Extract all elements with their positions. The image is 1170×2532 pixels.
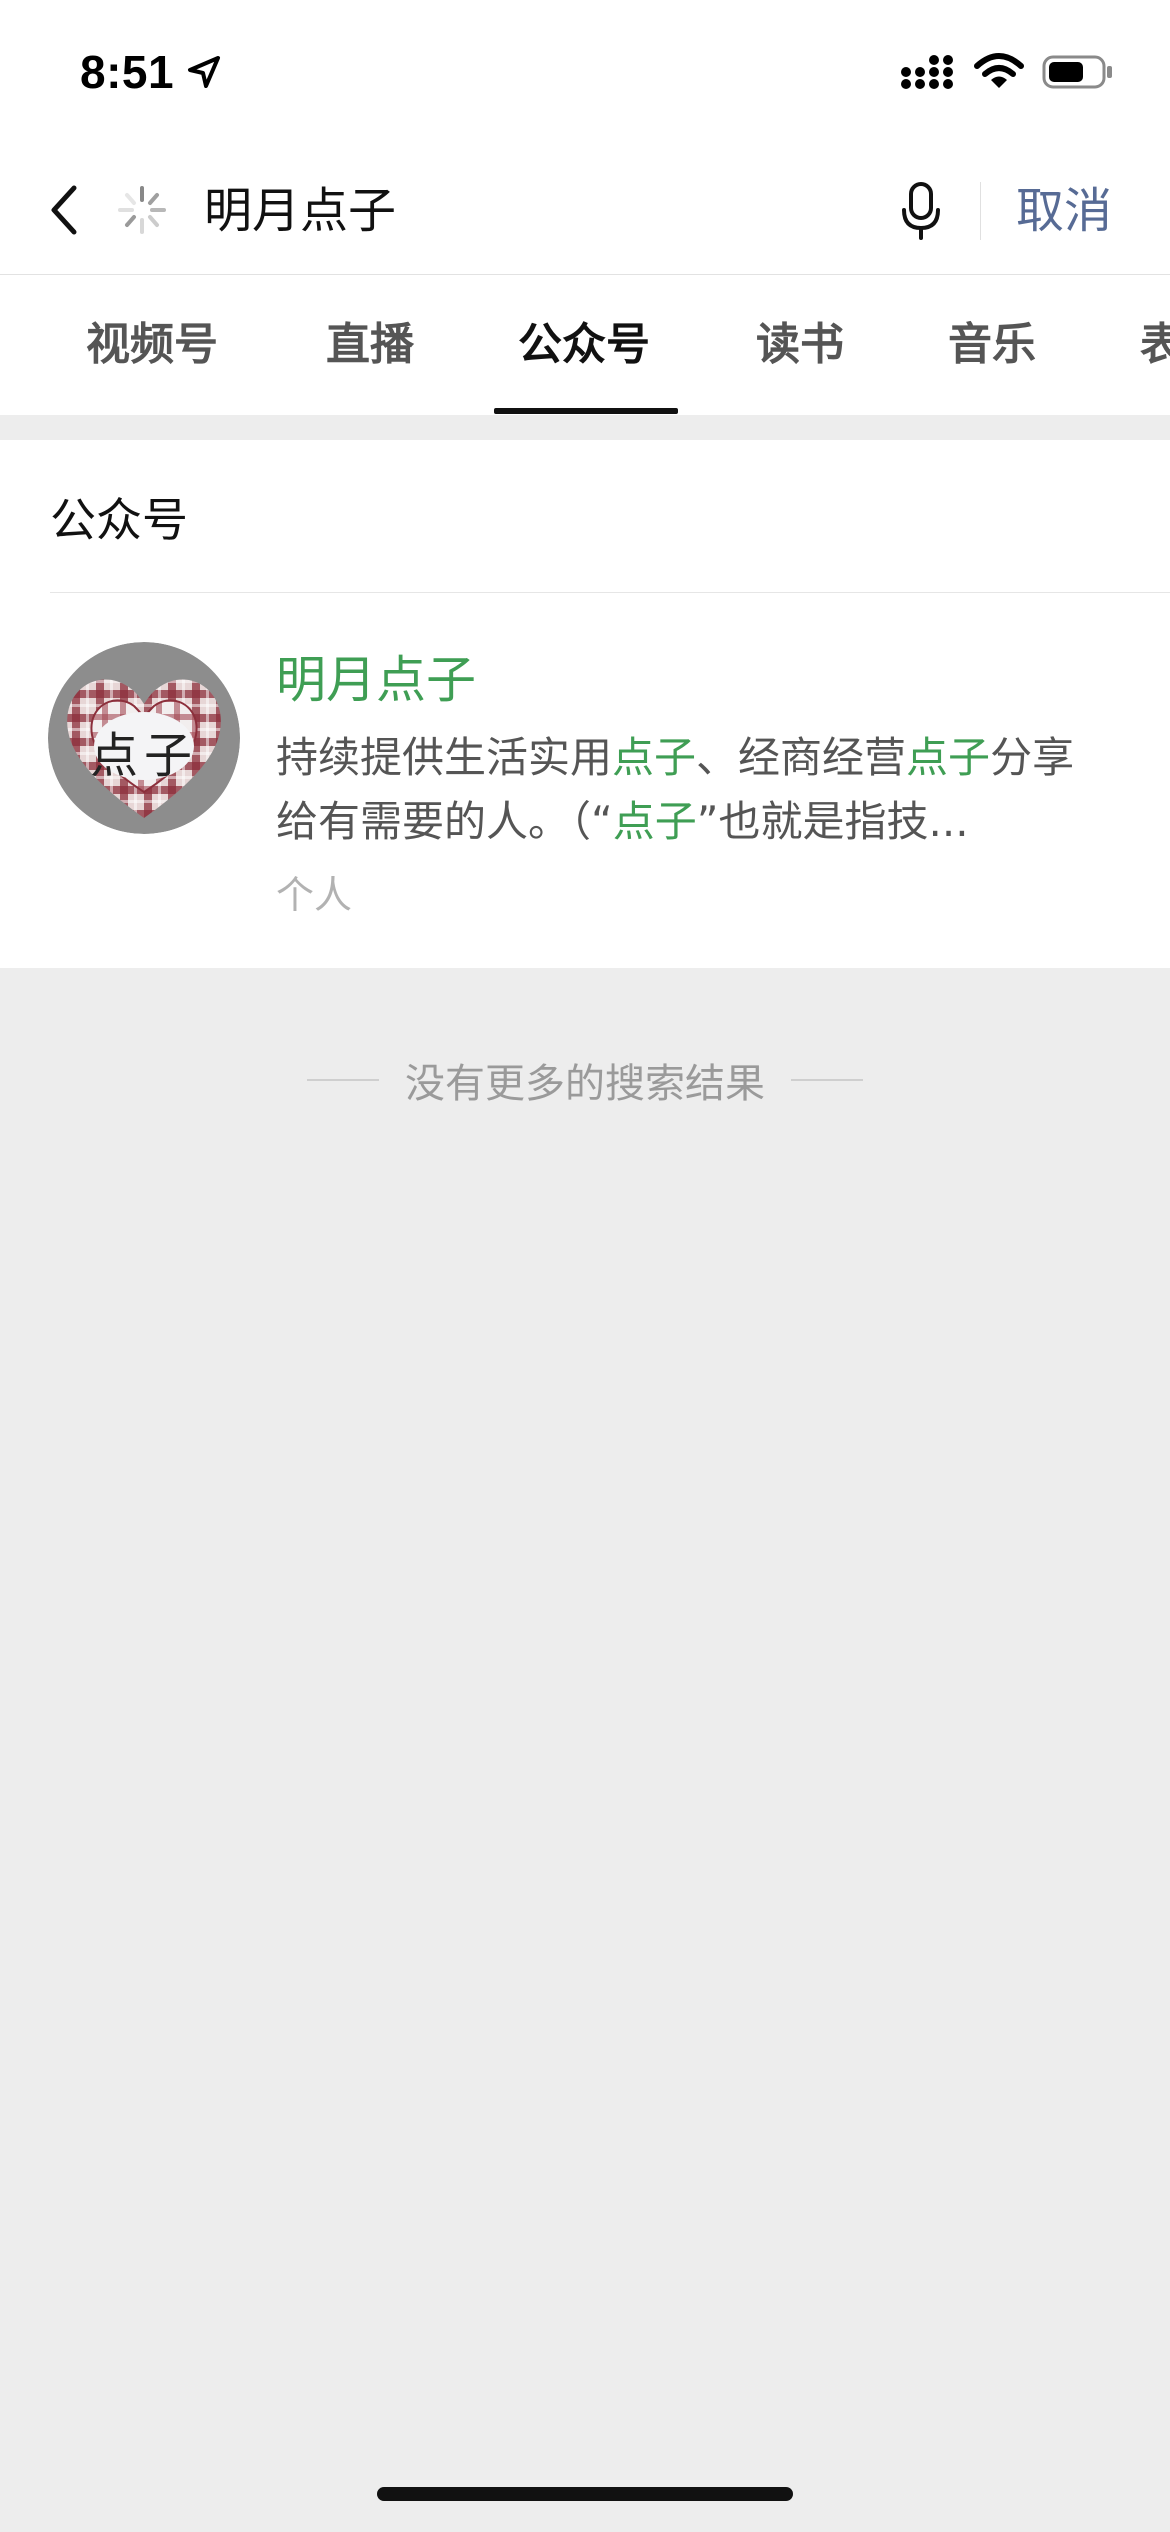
status-bar: 8:51 xyxy=(0,0,1170,148)
tab-reading[interactable]: 读书 xyxy=(756,275,844,415)
desc-highlight: 点子 xyxy=(906,733,991,782)
no-more-results: 没有更多的搜索结果 xyxy=(0,1050,1170,1110)
home-indicator[interactable] xyxy=(377,2487,793,2501)
divider-line xyxy=(307,1079,379,1081)
tab-music[interactable]: 音乐 xyxy=(948,275,1036,415)
search-input[interactable]: 明月点子 xyxy=(204,176,396,246)
back-chevron-icon[interactable] xyxy=(44,178,84,242)
status-time: 8:51 xyxy=(80,46,175,98)
header-divider xyxy=(980,182,981,240)
battery-icon xyxy=(1042,52,1114,96)
section-divider xyxy=(50,592,1170,593)
microphone-icon[interactable] xyxy=(898,176,944,246)
tab-channels[interactable]: 视频号 xyxy=(86,275,218,415)
avatar: 点子 xyxy=(48,642,240,834)
loading-spinner-icon xyxy=(114,182,170,238)
results-section: 公众号 点子 明月点子 持续提供生活实用点子、经商经营点子分享给有需要的人。（“… xyxy=(0,440,1170,968)
search-header: 明月点子 取消 xyxy=(0,148,1170,275)
tab-official-accounts[interactable]: 公众号 xyxy=(518,275,650,415)
cellular-signal-icon xyxy=(900,52,956,96)
location-arrow-icon xyxy=(184,52,224,92)
status-icons xyxy=(900,48,1114,100)
category-tabs: 视频号 直播 公众号 读书 音乐 表情 xyxy=(0,275,1170,415)
desc-text: 持续提供生活实用 xyxy=(276,733,613,782)
account-description: 持续提供生活实用点子、经商经营点子分享给有需要的人。（“点子”也就是指技... xyxy=(276,726,1116,854)
active-tab-indicator xyxy=(494,408,678,414)
account-type-label: 个人 xyxy=(276,873,353,917)
tab-live[interactable]: 直播 xyxy=(326,275,414,415)
wifi-icon xyxy=(974,52,1024,96)
no-more-results-text: 没有更多的搜索结果 xyxy=(405,1061,765,1107)
desc-highlight: 点子 xyxy=(612,797,697,846)
desc-highlight: 点子 xyxy=(612,733,697,782)
desc-text: 、经商经营 xyxy=(696,733,907,782)
tab-stickers[interactable]: 表情 xyxy=(1140,275,1170,415)
avatar-text: 点子 xyxy=(89,728,198,784)
cancel-button[interactable]: 取消 xyxy=(1016,176,1112,246)
section-title: 公众号 xyxy=(50,493,188,547)
desc-text: ”也就是指技... xyxy=(696,797,969,846)
divider-line xyxy=(791,1079,863,1081)
account-name: 明月点子 xyxy=(276,651,476,709)
status-time-group: 8:51 xyxy=(80,42,224,102)
